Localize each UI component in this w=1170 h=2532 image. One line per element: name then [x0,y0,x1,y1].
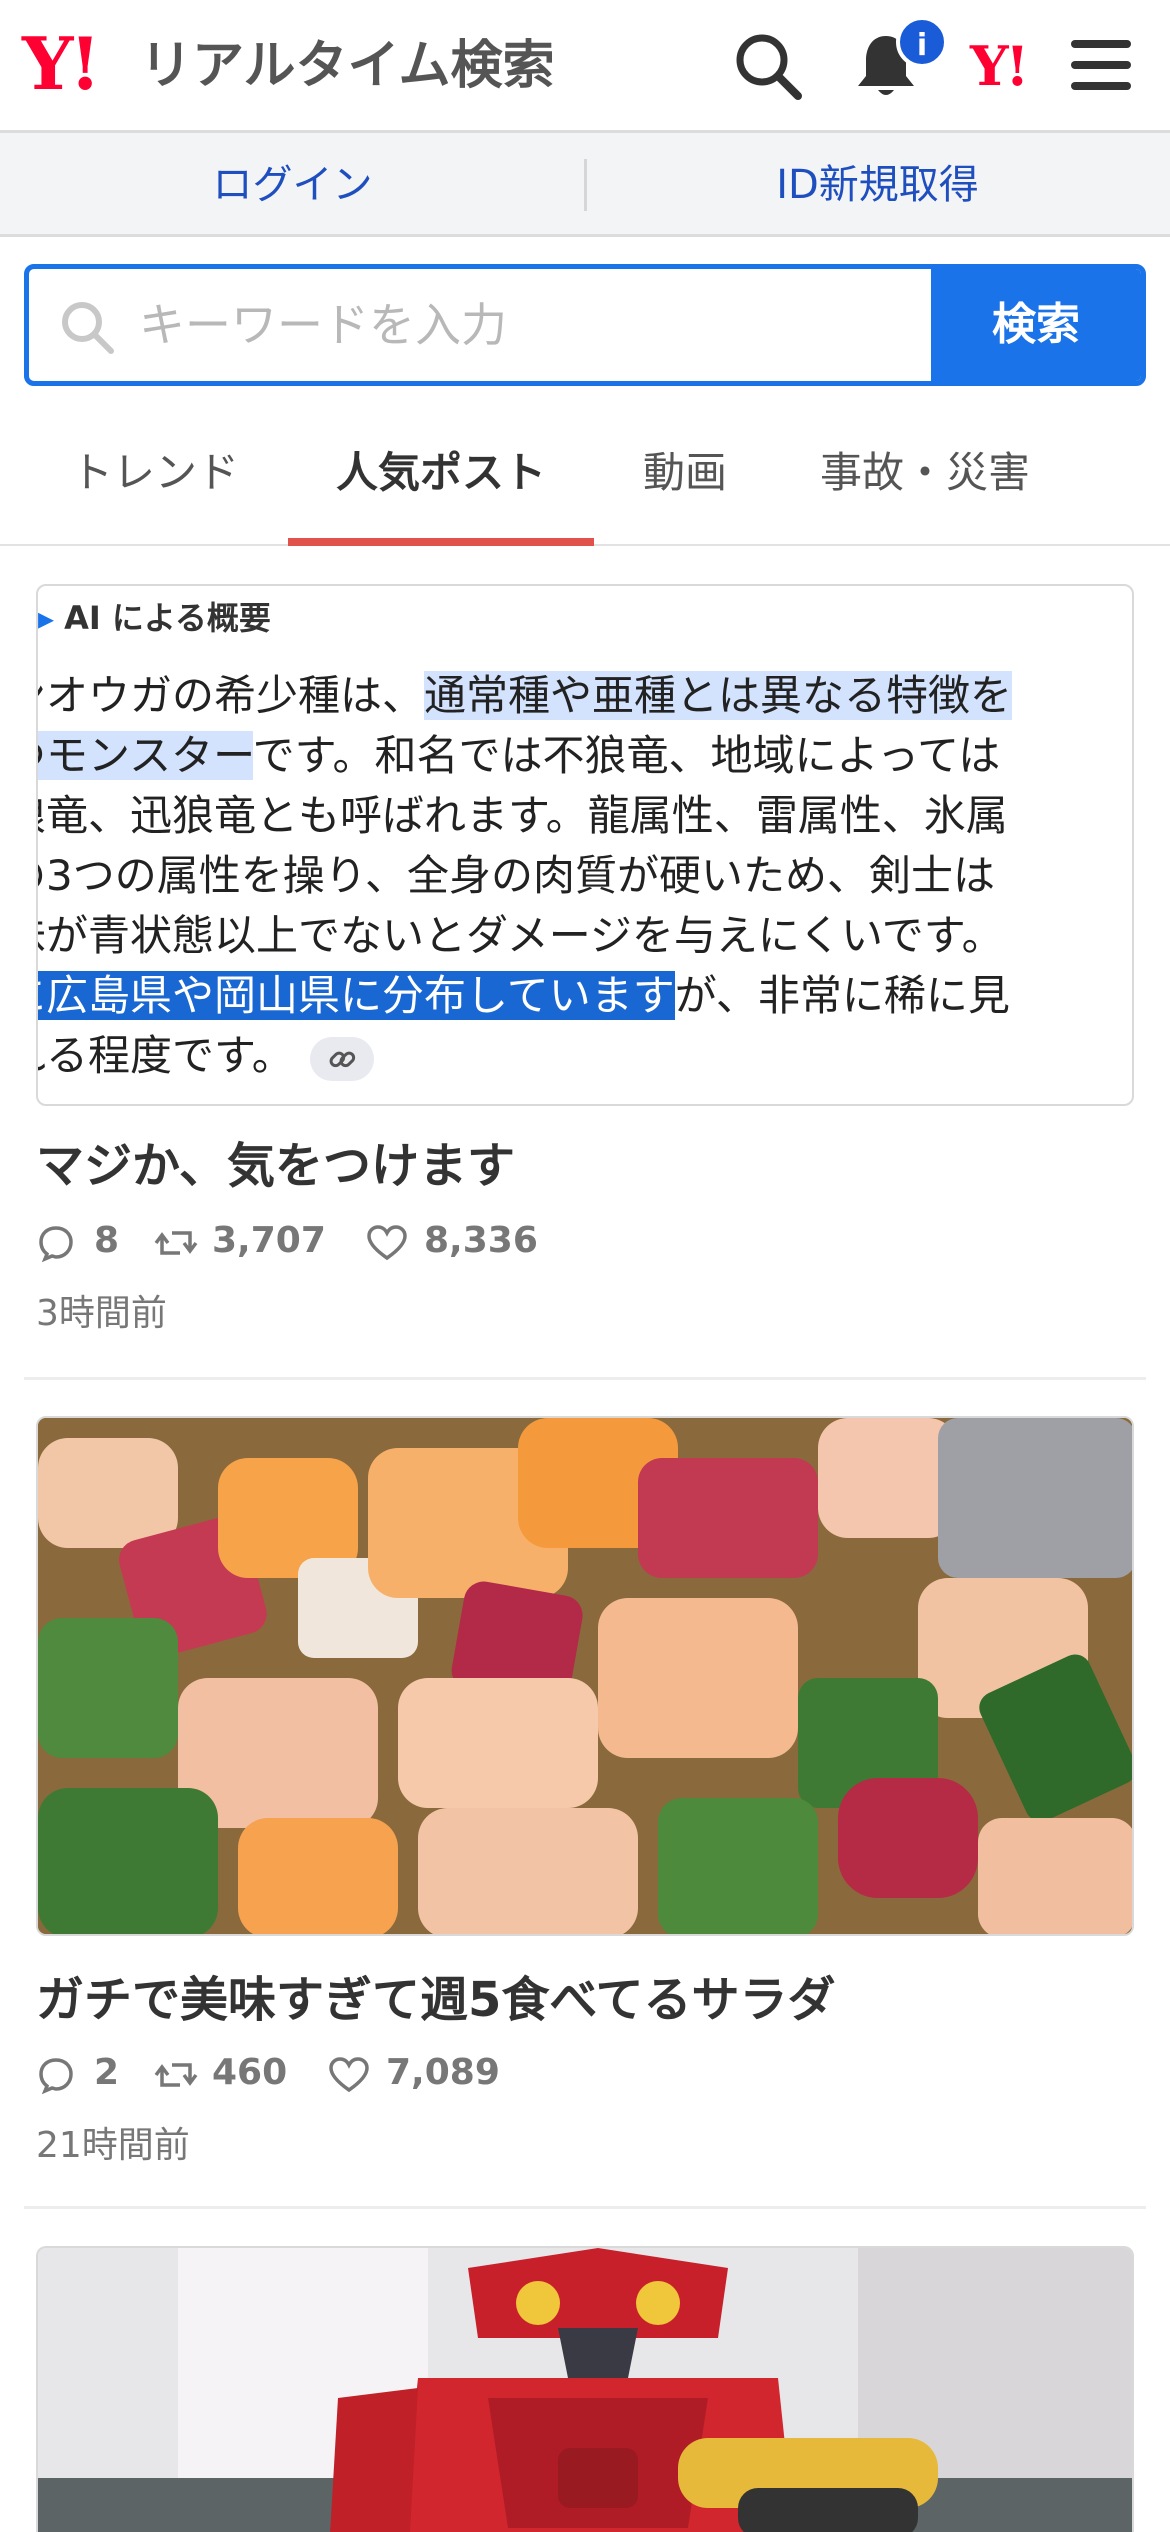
ai-summary-line: ンオウガの希少種は、通常種や亜種とは異なる特徴を [36,671,1013,720]
post-divider [24,1377,1146,1380]
reply-icon [39,1226,73,1263]
tab-accident-disaster[interactable]: 事故・災害 [790,410,1060,546]
ai-summary-line: 狼竜、迅狼竜とも呼ばれます。龍属性、雷属性、氷属 [36,791,1008,840]
ai-summary-text: ンオウガの希少種は、通常種や亜種とは異なる特徴を つモンスターです。和名では不狼… [36,666,1132,1086]
app-header: Y! リアルタイム検索 i Y! [0,0,1170,133]
repost-icon [154,2063,198,2087]
salad-photo [38,1418,1132,1934]
ai-summary-line: つモンスターです。和名では不狼竜、地域によっては [38,726,1132,786]
hero-figure-photo [38,2248,1132,2532]
ai-summary-heading: ▸ AI による概要 [38,599,271,637]
expand-triangle-icon: ▸ [38,599,55,637]
post-title[interactable]: マジか、気をつけます [36,1126,515,1196]
search-icon [62,302,114,354]
reply-icon [39,2058,73,2095]
heart-icon [329,2057,369,2093]
menu-icon[interactable] [1065,28,1141,104]
search-icon[interactable] [730,28,806,104]
login-link[interactable]: ログイン [0,133,585,237]
ai-summary-line: れる程度です。 [38,1026,1132,1086]
active-tab-indicator [288,538,594,546]
heart-icon [367,1225,407,1261]
app-title[interactable]: リアルタイム検索 [140,36,554,96]
post-time: 3時間前 [36,1293,167,1334]
post-title[interactable]: ガチで美味すぎて週5食べてるサラダ [36,1960,835,2030]
tab-popular-posts[interactable]: 人気ポスト [288,410,594,546]
search-bar: 検索 [24,264,1146,386]
notification-badge[interactable]: i [896,16,948,68]
search-button[interactable]: 検索 [931,269,1141,381]
yahoo-logo[interactable]: Y! [22,24,101,104]
tab-bar: トレンド 人気ポスト 動画 事故・災害 [0,410,1170,546]
post-stats: 8 3,707 8,336 [36,1216,636,1266]
yahoo-japan-icon[interactable]: Y! [970,36,1029,96]
search-input[interactable] [139,269,939,381]
post-time: 21時間前 [36,2125,190,2166]
post-card[interactable]: ▸AI による概要 ンオウガの希少種は、通常種や亜種とは異なる特徴を つモンスタ… [0,584,1170,1380]
post-image[interactable]: ▸AI による概要 ンオウガの希少種は、通常種や亜種とは異なる特徴を つモンスタ… [36,584,1134,1106]
post-divider [24,2206,1146,2209]
post-stats: 2 460 7,089 [36,2048,636,2098]
ai-summary-line: に広島県や岡山県に分布していますが、非常に稀に見 [38,966,1132,1026]
tab-trend[interactable]: トレンド [40,410,270,546]
tab-video[interactable]: 動画 [610,410,760,546]
post-card[interactable] [0,2246,1170,2532]
post-image[interactable] [36,2246,1134,2532]
repost-icon [154,1231,198,1255]
link-icon [309,1036,374,1081]
register-link[interactable]: ID新規取得 [585,133,1170,237]
post-card[interactable]: ガチで美味すぎて週5食べてるサラダ 2 460 7,089 21時間前 [0,1416,1170,2206]
ai-summary-line: の3つの属性を操り、全身の肉質が硬いため、剣士は [36,851,996,900]
ai-summary-line: 味が青状態以上でないとダメージを与えにくいです。 [36,911,1004,960]
login-bar: ログイン ID新規取得 [0,133,1170,237]
post-image[interactable] [36,1416,1134,1936]
